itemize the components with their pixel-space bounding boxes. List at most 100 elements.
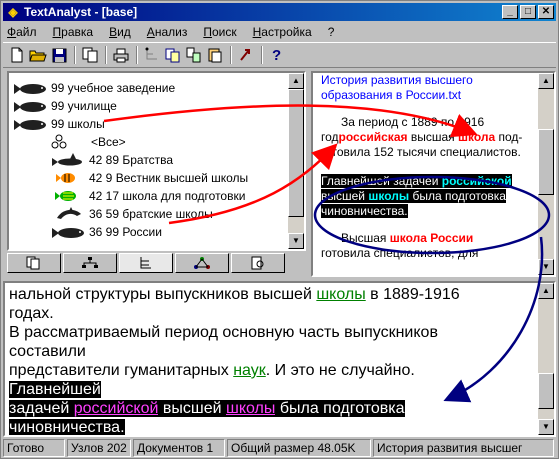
view-tabs xyxy=(7,253,306,275)
toolbar-separator xyxy=(105,46,107,64)
hierarchy-icon xyxy=(140,257,151,269)
status-size: Общий размер 48.05K xyxy=(227,439,371,457)
status-document-name: История развития высшег xyxy=(373,439,554,457)
close-button[interactable]: ✕ xyxy=(538,5,554,19)
scroll-up-button[interactable]: ▲ xyxy=(538,73,554,89)
tree-node[interactable]: 36 59 братские школы xyxy=(51,205,213,223)
tree-scrollbar[interactable]: ▲ ▼ xyxy=(288,73,304,249)
tree-node[interactable]: 99 учебное заведение xyxy=(13,79,175,97)
copy-icon[interactable] xyxy=(80,45,100,65)
tree-node-label: 42 9 Вестник высшей школы xyxy=(89,171,249,185)
scroll-thumb[interactable] xyxy=(538,373,554,409)
pointer-icon[interactable] xyxy=(236,45,256,65)
keyword-highlight[interactable]: российская xyxy=(339,130,408,144)
title-bar[interactable]: ◈ TextAnalyst - [base] _ □ ✕ xyxy=(3,3,556,21)
magnified-text: нальной структуры выпускников высшей шко… xyxy=(9,285,539,436)
tab-network[interactable] xyxy=(175,253,229,273)
menu-edit[interactable]: Правка xyxy=(53,25,94,39)
text-line: составили xyxy=(9,343,86,360)
keyword-link[interactable]: школы xyxy=(316,286,365,303)
svg-text:?: ? xyxy=(272,47,281,63)
document-text: История развития высшего образования в Р… xyxy=(321,73,543,261)
tree-node-label: 42 89 Братства xyxy=(89,153,174,167)
tree-node[interactable]: 42 9 Вестник высшей школы xyxy=(51,169,248,187)
toolbar-separator xyxy=(261,46,263,64)
status-ready: Готово xyxy=(3,439,65,457)
save-icon[interactable] xyxy=(49,45,69,65)
merge-pages-icon[interactable] xyxy=(184,45,204,65)
tab-tree[interactable] xyxy=(63,253,117,273)
toolbar: ? xyxy=(3,42,556,68)
selected-paragraph: Главнейшей задачей российской высшей шко… xyxy=(321,174,512,218)
tab-hierarchy[interactable] xyxy=(119,253,173,273)
menu-view[interactable]: Вид xyxy=(109,25,131,39)
scroll-up-button[interactable]: ▲ xyxy=(538,283,554,299)
text-line: нальной структуры выпускников высшей шко… xyxy=(9,286,460,303)
tree-node-label: <Все> xyxy=(91,135,126,149)
document-title[interactable]: История развития высшего образования в Р… xyxy=(321,73,543,103)
fish-icon xyxy=(56,173,75,183)
whale-icon xyxy=(14,120,46,130)
keyword-highlight[interactable]: российской xyxy=(441,174,512,188)
status-bar: Готово Узлов 202 Документов 1 Общий разм… xyxy=(3,439,556,458)
tree-node[interactable]: 99 училище xyxy=(13,97,117,115)
shark-icon xyxy=(52,153,82,166)
keyword-link[interactable]: наук xyxy=(233,362,266,379)
whale-icon xyxy=(14,102,46,112)
tree-node-label: 36 59 братские школы xyxy=(89,207,213,221)
scroll-thumb[interactable] xyxy=(538,129,554,195)
keyword-highlight[interactable]: школы xyxy=(368,189,410,203)
tab-doc-search[interactable] xyxy=(231,253,285,273)
app-window: ◈ TextAnalyst - [base] _ □ ✕ Файл Правка… xyxy=(0,0,559,459)
minimize-button[interactable]: _ xyxy=(502,5,518,19)
text-line: Главнейшей xyxy=(9,381,101,398)
menu-settings[interactable]: Настройка xyxy=(253,25,312,39)
whale-icon xyxy=(52,228,84,238)
tree-node[interactable]: 42 89 Братства xyxy=(51,151,173,169)
tree-node[interactable]: <Все> xyxy=(51,133,126,151)
open-folder-icon[interactable] xyxy=(28,45,48,65)
menu-help[interactable]: ? xyxy=(328,25,335,39)
print-icon[interactable] xyxy=(111,45,131,65)
semantic-network-tree[interactable]: 99 учебное заведение 99 училище 99 школы… xyxy=(7,71,306,251)
tree-node-label: 99 школы xyxy=(51,117,105,131)
tree-node-label: 99 учебное заведение xyxy=(51,81,176,95)
menu-bar: Файл Правка Вид Анализ Поиск Настройка ? xyxy=(3,22,556,41)
tree-link-icon[interactable] xyxy=(142,45,162,65)
keyword-highlight[interactable]: школа xyxy=(458,130,495,144)
menu-search[interactable]: Поиск xyxy=(203,25,236,39)
status-docs: Документов 1 xyxy=(133,439,225,457)
menu-analysis[interactable]: Анализ xyxy=(147,25,188,39)
menu-file[interactable]: Файл xyxy=(7,25,37,39)
keyword-link[interactable]: школы xyxy=(225,400,276,417)
scroll-down-button[interactable]: ▼ xyxy=(538,419,554,435)
magnified-text-panel[interactable]: нальной структуры выпускников высшей шко… xyxy=(3,281,556,437)
keyword-link[interactable]: российской xyxy=(73,400,159,417)
scroll-thumb[interactable] xyxy=(288,89,304,217)
help-icon[interactable]: ? xyxy=(267,45,287,65)
scroll-down-button[interactable]: ▼ xyxy=(288,233,304,249)
dolphin-icon xyxy=(57,207,81,219)
toolbar-separator xyxy=(136,46,138,64)
text-line: чиновничества. xyxy=(9,419,125,436)
toolbar-separator xyxy=(230,46,232,64)
whale-icon xyxy=(14,84,46,94)
fish-icon xyxy=(55,191,76,201)
new-file-icon[interactable] xyxy=(7,45,27,65)
tree-node[interactable]: 36 99 России xyxy=(51,223,162,241)
magnified-scrollbar[interactable]: ▲ ▼ xyxy=(538,283,554,435)
scroll-down-button[interactable]: ▼ xyxy=(538,259,554,275)
tab-pages[interactable] xyxy=(7,253,61,273)
tree-node[interactable]: 42 17 школа для подготовки xyxy=(51,187,245,205)
paste-pages-icon[interactable] xyxy=(205,45,225,65)
maximize-button[interactable]: □ xyxy=(520,5,536,19)
document-scrollbar[interactable]: ▲ ▼ xyxy=(538,73,554,275)
keyword-highlight[interactable]: школа России xyxy=(390,231,474,245)
pages-icon xyxy=(26,256,40,270)
window-title: TextAnalyst - [base] xyxy=(24,5,138,19)
scroll-up-button[interactable]: ▲ xyxy=(288,73,304,89)
text-line: В рассматриваемый период основную часть … xyxy=(9,324,438,341)
document-text-panel[interactable]: История развития высшего образования в Р… xyxy=(311,71,556,277)
tree-node[interactable]: 99 школы xyxy=(13,115,105,133)
copy-pages-icon[interactable] xyxy=(163,45,183,65)
